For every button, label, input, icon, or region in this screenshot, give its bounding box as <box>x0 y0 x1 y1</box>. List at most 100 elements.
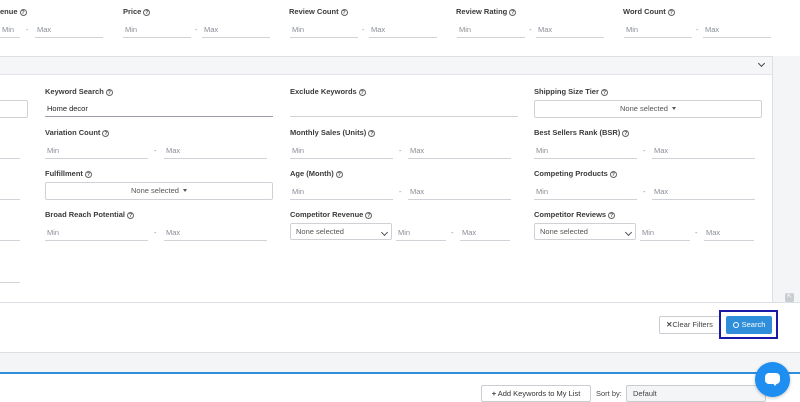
variation-count-max-input[interactable] <box>164 142 267 159</box>
range-dash: - <box>696 25 699 34</box>
competitor-reviews-select[interactable]: None selected <box>534 223 636 240</box>
shipping-size-tier-label: Shipping Size Tier? <box>534 87 608 96</box>
competitor-reviews-select-value: None selected <box>540 227 588 236</box>
shipping-size-tier-label-text: Shipping Size Tier <box>534 87 599 96</box>
competitor-revenue-select-value: None selected <box>296 227 344 236</box>
range-dash: - <box>695 228 698 237</box>
help-icon[interactable]: ? <box>19 9 27 16</box>
age-max-input[interactable] <box>408 183 511 200</box>
word-count-label-text: Word Count <box>623 7 666 16</box>
range-dash: - <box>362 25 365 34</box>
review-count-max-input[interactable] <box>369 21 437 38</box>
left-field-remnant[interactable] <box>0 199 20 200</box>
sort-by-select[interactable]: Default <box>626 385 766 402</box>
competitor-revenue-max-input[interactable] <box>460 224 510 241</box>
range-dash: - <box>399 146 402 155</box>
review-rating-label-text: Review Rating <box>456 7 508 16</box>
help-icon[interactable]: ? <box>335 171 343 178</box>
collapse-icon[interactable]: ⇱ <box>785 293 794 302</box>
broad-reach-min-input[interactable] <box>45 224 148 241</box>
add-keywords-button[interactable]: + Add Keywords to My List <box>481 385 591 402</box>
help-icon[interactable]: ? <box>509 9 517 16</box>
help-icon[interactable]: ? <box>105 89 113 96</box>
help-icon[interactable]: ? <box>667 9 675 16</box>
review-rating-min-input[interactable] <box>457 21 525 38</box>
left-field-remnant[interactable] <box>0 240 20 241</box>
word-count-max-input[interactable] <box>703 21 771 38</box>
clear-filters-label: Clear Filters <box>672 320 713 329</box>
revenue-label: enue? <box>0 7 27 16</box>
left-field-remnant[interactable] <box>0 282 20 283</box>
advanced-filters-panel <box>0 56 773 302</box>
broad-reach-label-text: Broad Reach Potential <box>45 210 126 219</box>
competing-products-label-text: Competing Products <box>534 169 608 178</box>
keyword-search-label: Keyword Search? <box>45 87 113 96</box>
competitor-revenue-min-input[interactable] <box>396 224 446 241</box>
monthly-sales-label-text: Monthly Sales (Units) <box>290 128 367 137</box>
help-icon[interactable]: ? <box>608 212 616 219</box>
help-icon[interactable]: ? <box>102 130 110 137</box>
age-label-text: Age (Month) <box>290 169 334 178</box>
help-icon[interactable]: ? <box>600 89 608 96</box>
help-icon[interactable]: ? <box>365 212 373 219</box>
bsr-min-input[interactable] <box>534 142 637 159</box>
help-icon[interactable]: ? <box>622 130 630 137</box>
left-field-remnant[interactable] <box>0 158 20 159</box>
range-dash: - <box>154 228 157 237</box>
caret-down-icon <box>182 189 187 192</box>
help-icon[interactable]: ? <box>368 130 376 137</box>
bsr-label: Best Sellers Rank (BSR)? <box>534 128 630 137</box>
clear-filters-button[interactable]: ✕Clear Filters <box>659 316 720 334</box>
chat-icon-tail <box>772 382 778 386</box>
monthly-sales-label: Monthly Sales (Units)? <box>290 128 376 137</box>
shipping-size-tier-select[interactable]: None selected <box>534 100 762 118</box>
monthly-sales-min-input[interactable] <box>290 142 393 159</box>
panel-header[interactable] <box>0 57 772 75</box>
keyword-search-input[interactable] <box>45 100 273 117</box>
age-min-input[interactable] <box>290 183 393 200</box>
fulfillment-select[interactable]: None selected <box>45 182 273 200</box>
add-keywords-label: Add Keywords to My List <box>497 389 581 398</box>
help-icon[interactable]: ? <box>340 9 348 16</box>
review-rating-max-input[interactable] <box>536 21 604 38</box>
help-icon[interactable]: ? <box>143 9 151 16</box>
help-icon[interactable]: ? <box>127 212 135 219</box>
competitor-revenue-select[interactable]: None selected <box>290 223 392 240</box>
competing-products-max-input[interactable] <box>652 183 755 200</box>
competitor-revenue-label: Competitor Revenue? <box>290 210 373 219</box>
competitor-reviews-max-input[interactable] <box>704 224 754 241</box>
range-dash: - <box>26 25 29 34</box>
revenue-max-input[interactable] <box>35 21 103 38</box>
chat-button[interactable] <box>755 362 790 397</box>
sort-by-value: Default <box>633 389 657 398</box>
variation-count-min-input[interactable] <box>45 142 148 159</box>
word-count-min-input[interactable] <box>624 21 692 38</box>
scrollbar[interactable] <box>773 56 800 302</box>
price-min-input[interactable] <box>123 21 191 38</box>
price-label-text: Price <box>123 7 142 16</box>
age-label: Age (Month)? <box>290 169 343 178</box>
price-max-input[interactable] <box>202 21 270 38</box>
exclude-keywords-label-text: Exclude Keywords <box>290 87 357 96</box>
chevron-down-icon[interactable] <box>757 59 766 68</box>
help-icon[interactable]: ? <box>358 89 366 96</box>
bsr-max-input[interactable] <box>652 142 755 159</box>
revenue-min-input[interactable] <box>0 21 20 38</box>
left-field-remnant[interactable] <box>0 100 28 118</box>
bsr-label-text: Best Sellers Rank (BSR) <box>534 128 621 137</box>
monthly-sales-max-input[interactable] <box>408 142 511 159</box>
variation-count-label: Variation Count? <box>45 128 110 137</box>
review-count-label: Review Count? <box>289 7 348 16</box>
range-dash: - <box>451 228 454 237</box>
search-button-label: Search <box>741 320 766 329</box>
competitor-reviews-min-input[interactable] <box>640 224 690 241</box>
competing-products-label: Competing Products? <box>534 169 617 178</box>
search-button[interactable]: Search <box>726 316 772 334</box>
exclude-keywords-input[interactable] <box>290 100 518 117</box>
range-dash: - <box>399 187 402 196</box>
help-icon[interactable]: ? <box>84 171 92 178</box>
review-count-min-input[interactable] <box>290 21 358 38</box>
competing-products-min-input[interactable] <box>534 183 637 200</box>
broad-reach-max-input[interactable] <box>164 224 267 241</box>
help-icon[interactable]: ? <box>609 171 617 178</box>
